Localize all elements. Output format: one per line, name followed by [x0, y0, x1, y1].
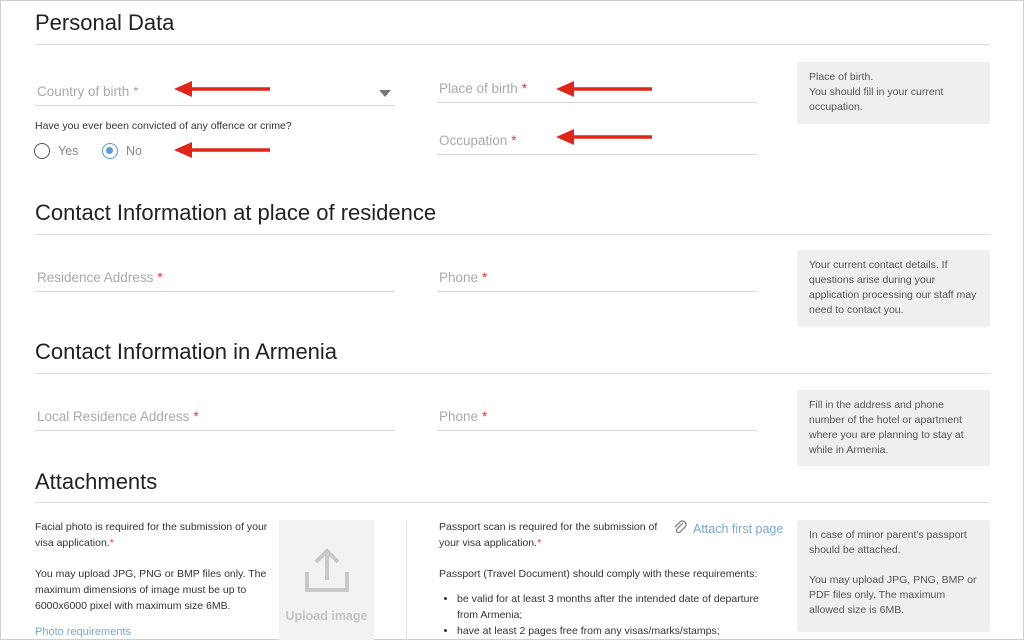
annotation-arrow-icon	[174, 142, 270, 158]
divider	[35, 373, 990, 374]
upload-image-label: Upload image	[285, 609, 368, 623]
hint-personal-data: Place of birth. You should fill in your …	[797, 62, 990, 124]
hint-attachments: In case of minor parent's passport shoul…	[797, 520, 990, 632]
occupation-placeholder: Occupation *	[439, 133, 517, 148]
chevron-down-icon[interactable]	[379, 90, 391, 97]
divider	[35, 44, 990, 45]
section-title-armenia: Contact Information in Armenia	[35, 339, 338, 364]
local-address-input[interactable]: Local Residence Address *	[35, 403, 395, 431]
radio-yes-label: Yes	[58, 144, 79, 158]
passport-description: Passport scan is required for the submis…	[439, 521, 658, 549]
hint-line: You may upload JPG, PNG, BMP or PDF file…	[809, 574, 977, 616]
photo-description: Facial photo is required for the submiss…	[35, 521, 268, 549]
divider	[35, 502, 990, 503]
hint-line: In case of minor parent's passport shoul…	[809, 529, 967, 556]
attach-first-page-link[interactable]: Attach first page	[693, 522, 783, 536]
annotation-arrow-icon	[556, 81, 652, 97]
column-divider	[406, 520, 407, 640]
annotation-arrow-icon	[556, 129, 652, 145]
residence-address-input[interactable]: Residence Address *	[35, 264, 395, 292]
section-title-attachments: Attachments	[35, 469, 158, 494]
list-item: be valid for at least 3 months after the…	[457, 591, 779, 623]
armenia-phone-placeholder: Phone *	[439, 409, 488, 424]
residence-phone-input[interactable]: Phone *	[437, 264, 757, 292]
photo-formats: You may upload JPG, PNG or BMP files onl…	[35, 568, 267, 612]
section-title-personal-data: Personal Data	[35, 10, 175, 35]
country-of-birth-placeholder: Country of birth *	[37, 84, 139, 99]
hint-armenia: Fill in the address and phone number of …	[797, 390, 990, 466]
radio-no[interactable]	[102, 143, 118, 159]
passport-requirements-list: be valid for at least 3 months after the…	[439, 591, 779, 639]
local-address-placeholder: Local Residence Address *	[37, 409, 199, 424]
hint-line: Place of birth.	[809, 71, 874, 83]
paperclip-icon[interactable]	[672, 519, 688, 535]
place-of-birth-placeholder: Place of birth *	[439, 81, 528, 96]
list-item: have at least 2 pages free from any visa…	[457, 623, 779, 639]
radio-no-label: No	[126, 144, 142, 158]
hint-residence: Your current contact details. If questio…	[797, 250, 990, 327]
conviction-question: Have you ever been convicted of any offe…	[35, 120, 292, 132]
upload-image-button[interactable]: Upload image	[279, 520, 374, 640]
passport-requirements-intro: Passport (Travel Document) should comply…	[439, 568, 758, 580]
section-title-residence: Contact Information at place of residenc…	[35, 200, 437, 225]
armenia-phone-input[interactable]: Phone *	[437, 403, 757, 431]
divider	[35, 234, 990, 235]
radio-yes[interactable]	[34, 143, 50, 159]
residence-phone-placeholder: Phone *	[439, 270, 488, 285]
photo-requirements-link[interactable]: Photo requirements	[35, 626, 131, 638]
residence-address-placeholder: Residence Address *	[37, 270, 163, 285]
hint-line: You should fill in your current occupati…	[809, 86, 944, 113]
upload-icon	[305, 548, 349, 592]
annotation-arrow-icon	[174, 81, 270, 97]
